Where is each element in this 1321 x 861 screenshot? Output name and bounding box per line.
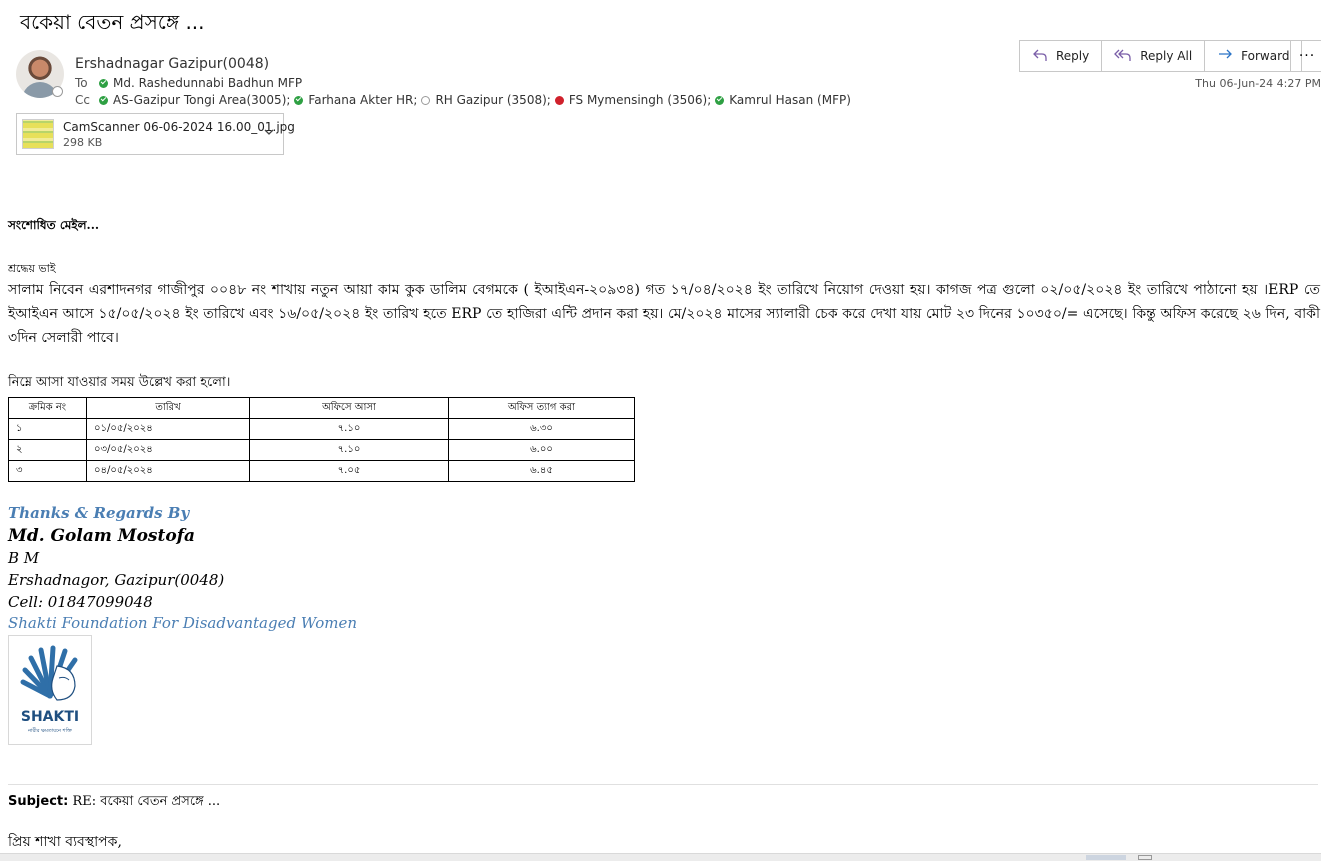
signature-name: Md. Golam Mostofa — [8, 526, 196, 546]
view-normal-icon[interactable] — [1086, 855, 1126, 860]
table-cell: ৭.১০ — [249, 439, 449, 461]
attachment-card[interactable]: CamScanner 06-06-2024 16.00_01.jpg 298 K… — [16, 113, 295, 155]
cc-recipient[interactable]: FS Mymensingh (3506); — [554, 93, 712, 107]
reply-label: Reply — [1056, 49, 1090, 63]
table-header: অফিস ত্যাগ করা — [448, 397, 635, 419]
available-status-icon — [99, 95, 108, 105]
signature-cell: Cell: 01847099048 — [8, 593, 153, 611]
cc-recipient-name: AS-Gazipur Tongi Area(3005); — [113, 93, 291, 107]
shakti-logo: SHAKTI নারীর ক্ষমতায়নে শক্তি — [8, 635, 92, 745]
shakti-rays-icon — [20, 645, 78, 701]
cc-recipient[interactable]: AS-Gazipur Tongi Area(3005); — [99, 93, 290, 107]
table-cell: ০৩/০৫/২০২৪ — [86, 439, 250, 461]
table-cell: ৬.৪৫ — [448, 460, 635, 482]
cc-recipient-name: FS Mymensingh (3506); — [568, 93, 712, 107]
presence-offline-icon — [52, 86, 63, 97]
sent-datetime: Thu 06-Jun-24 4:27 PM — [1195, 77, 1321, 90]
attendance-table: ক্রমিক নং তারিখ অফিসে আসা অফিস ত্যাগ করা… — [8, 397, 635, 482]
cc-label: Cc — [75, 93, 90, 107]
cc-recipient[interactable]: Kamrul Hasan (MFP) — [715, 93, 851, 107]
table-cell: ৬.০০ — [448, 439, 635, 461]
logo-tagline: নারীর ক্ষমতায়নে শক্তি — [28, 728, 72, 734]
table-header: অফিসে আসা — [249, 397, 449, 419]
quoted-divider — [8, 784, 1318, 785]
table-caption: নিম্নে আসা যাওয়ার সময় উল্লেখ করা হলো। — [8, 375, 231, 390]
available-status-icon — [294, 95, 304, 105]
forward-button[interactable]: Forward — [1204, 40, 1303, 72]
recipient[interactable]: Md. Rashedunnabi Badhun MFP — [99, 76, 302, 90]
reply-all-arrow-icon — [1114, 47, 1132, 66]
quoted-subject-label: Subject: — [8, 794, 69, 809]
available-status-icon — [99, 78, 108, 88]
logo-wordmark: SHAKTI — [20, 709, 80, 725]
sender-name[interactable]: Ershadnagar Gazipur(0048) — [75, 56, 269, 72]
table-cell: ০৪/০৫/২০২৪ — [86, 460, 250, 482]
cc-row: Cc AS-Gazipur Tongi Area(3005); Farhana … — [75, 93, 855, 107]
attachment-name: CamScanner 06-06-2024 16.00_01.jpg — [63, 120, 295, 134]
table-row: ১ ০১/০৫/২০২৪ ৭.১০ ৬.৩০ — [8, 418, 635, 440]
table-cell: ৭.০৫ — [249, 460, 449, 482]
view-reading-icon[interactable] — [1138, 855, 1152, 860]
quoted-subject: Subject: RE: বকেয়া বেতন প্রসঙ্গে ... — [8, 792, 220, 813]
table-cell: ৭.১০ — [249, 418, 449, 440]
image-thumbnail-icon — [22, 119, 54, 149]
reply-all-label: Reply All — [1140, 49, 1193, 63]
recipient-name: Md. Rashedunnabi Badhun MFP — [113, 76, 303, 90]
signature-thanks: Thanks & Regards By — [8, 504, 190, 522]
cc-recipient-name: RH Gazipur (3508); — [435, 93, 551, 107]
cc-recipient[interactable]: Farhana Akter HR; — [294, 93, 417, 107]
table-header: ক্রমিক নং — [8, 397, 87, 419]
signature-org: Shakti Foundation For Disadvantaged Wome… — [8, 614, 358, 632]
offline-status-icon — [421, 95, 431, 105]
message-actions: Reply Reply All Forward — [1019, 40, 1303, 72]
table-cell: ৩ — [8, 460, 87, 482]
greeting: শ্রদ্ধেয় ভাই — [8, 262, 56, 275]
table-row: ২ ০৩/০৫/২০২৪ ৭.১০ ৬.০০ — [8, 439, 635, 461]
more-actions-button[interactable]: ··· — [1290, 40, 1321, 72]
reply-arrow-icon — [1032, 47, 1048, 66]
available-status-icon — [715, 95, 725, 105]
table-cell: ০১/০৫/২০২৪ — [86, 418, 250, 440]
cc-recipient-name: Farhana Akter HR; — [308, 93, 418, 107]
attachment-size: 298 KB — [63, 136, 103, 149]
table-row: ৩ ০৪/০৫/২০২৪ ৭.০৫ ৬.৪৫ — [8, 460, 635, 482]
to-label: To — [75, 76, 88, 90]
forward-label: Forward — [1241, 49, 1290, 63]
table-cell: ২ — [8, 439, 87, 461]
body-paragraph: সালাম নিবেন এরশাদনগর গাজীপুর ০০৪৮ নং শাখ… — [8, 282, 1320, 346]
cc-recipient-name: Kamrul Hasan (MFP) — [729, 93, 851, 107]
quoted-subject-value: RE: বকেয়া বেতন প্রসঙ্গে ... — [72, 794, 221, 809]
revised-note: সংশোধিত মেইল... — [8, 218, 100, 232]
reply-button[interactable]: Reply — [1019, 40, 1103, 72]
signature-branch: Ershadnagor, Gazipur(0048) — [8, 571, 225, 589]
quoted-salutation: প্রিয় শাখা ব্যবস্থাপক, — [8, 834, 122, 850]
signature-title: B M — [8, 549, 40, 567]
table-cell: ৬.৩০ — [448, 418, 635, 440]
reply-all-button[interactable]: Reply All — [1101, 40, 1206, 72]
table-cell: ১ — [8, 418, 87, 440]
email-subject: বকেয়া বেতন প্রসঙ্গে ... — [20, 10, 205, 34]
table-header-row: ক্রমিক নং তারিখ অফিসে আসা অফিস ত্যাগ করা — [8, 397, 635, 419]
busy-status-icon — [554, 95, 564, 105]
forward-arrow-icon — [1217, 47, 1233, 66]
cc-recipient[interactable]: RH Gazipur (3508); — [421, 93, 551, 107]
chevron-down-icon[interactable] — [263, 126, 275, 142]
table-header: তারিখ — [86, 397, 250, 419]
to-row: To Md. Rashedunnabi Badhun MFP — [75, 76, 306, 90]
